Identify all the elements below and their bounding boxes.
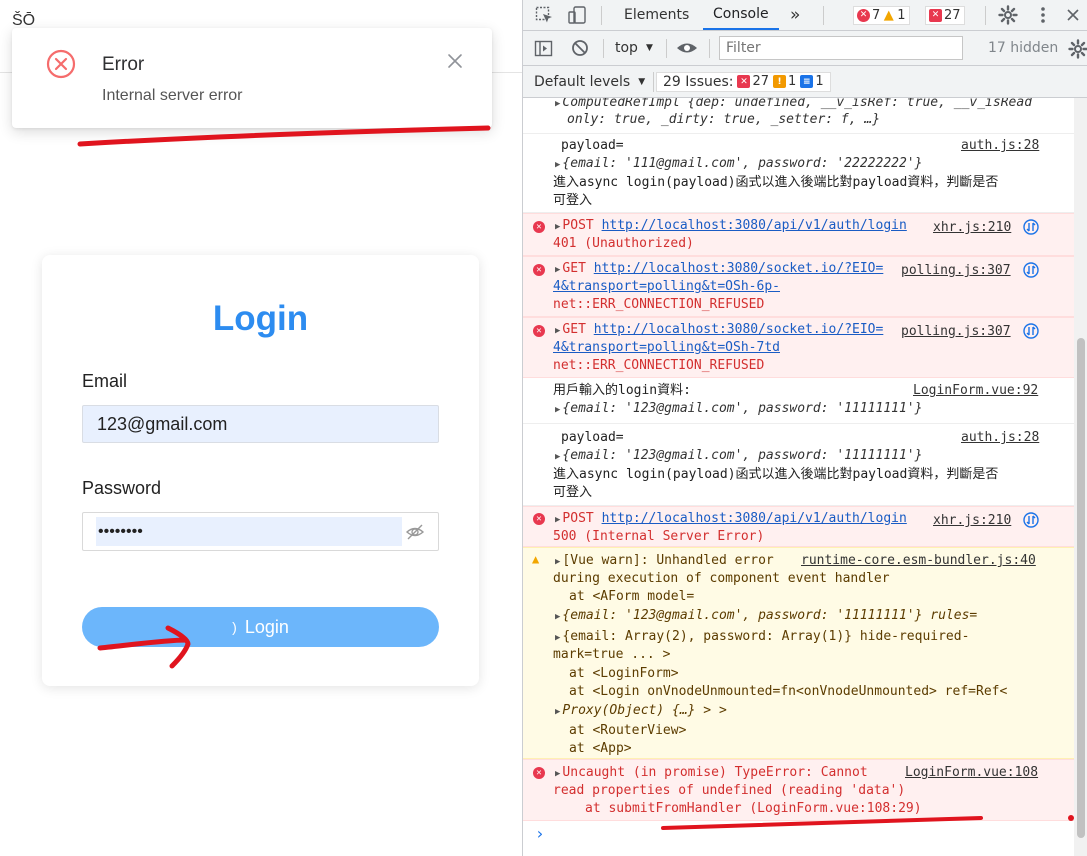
clear-console-icon[interactable] xyxy=(571,39,589,57)
issues-counter[interactable]: ✕ 27 xyxy=(925,0,965,30)
eye-off-icon[interactable] xyxy=(405,522,425,542)
issue-error-icon: ✕ xyxy=(737,75,751,88)
source-link[interactable]: polling.js:307 xyxy=(901,324,1011,339)
device-toolbar-icon[interactable] xyxy=(567,5,587,25)
issues-label: 29 Issues: xyxy=(663,73,734,90)
network-request-icon[interactable] xyxy=(1023,219,1039,235)
devtools-panel: Elements Console » ✕ 7 ▲ 1 ✕ 27 top ▼ Fi… xyxy=(522,0,1087,856)
context-selector[interactable]: top ▼ xyxy=(615,31,653,65)
login-button-label: Login xyxy=(244,616,289,637)
network-request-icon[interactable] xyxy=(1023,512,1039,528)
network-request-icon[interactable] xyxy=(1023,323,1039,339)
request-url-link[interactable]: http://localhost:3080/socket.io/?EIO= xyxy=(594,322,884,337)
console-error-message: ✕ ▶ GET http://localhost:3080/socket.io/?… xyxy=(523,256,1087,317)
issue-warning-icon: ! xyxy=(773,75,787,88)
console-error-message: ✕ ▶ GET http://localhost:3080/socket.io/?… xyxy=(523,317,1087,378)
password-field[interactable] xyxy=(96,517,402,546)
password-field-wrapper xyxy=(82,512,439,551)
console-messages: ▶ ComputedRefImpl {dep: undefined, __v_is… xyxy=(523,98,1087,856)
context-label: top xyxy=(615,40,638,56)
app-viewport: ŠŌ Error Internal server error Login Ema… xyxy=(0,0,522,856)
issue-error-icon: ✕ xyxy=(929,8,942,22)
notification-message: Internal server error xyxy=(102,87,243,104)
inspect-element-icon[interactable] xyxy=(535,6,554,25)
error-icon: ✕ xyxy=(533,325,545,337)
console-message: payload= auth.js:28 ▶ {email: '111@gmail.… xyxy=(523,134,1087,213)
close-devtools-icon[interactable] xyxy=(1065,7,1081,23)
error-count: 7 xyxy=(872,7,881,23)
source-link[interactable]: polling.js:307 xyxy=(901,263,1011,278)
issue-info-icon: ≡ xyxy=(800,75,814,88)
dropdown-arrow-icon: ▼ xyxy=(645,43,653,53)
warning-icon: ▲ xyxy=(532,552,540,566)
source-link[interactable]: auth.js:28 xyxy=(961,430,1039,445)
warning-count: 1 xyxy=(897,7,906,23)
default-levels-dropdown[interactable]: Default levels ▼ xyxy=(534,66,645,97)
sidebar-toggle-icon[interactable] xyxy=(534,39,553,58)
request-url-link[interactable]: http://localhost:3080/api/v1/auth/login xyxy=(602,511,907,526)
source-link[interactable]: xhr.js:210 xyxy=(933,513,1011,528)
console-message: ▶ ComputedRefImpl {dep: undefined, __v_is… xyxy=(523,98,1087,134)
console-message: payload= auth.js:28 ▶ {email: '123@gmail.… xyxy=(523,424,1087,506)
error-icon: ✕ xyxy=(533,767,545,779)
console-error-message: ✕ ▶ POST http://localhost:3080/api/v1/aut… xyxy=(523,506,1087,547)
console-warning-message: ▲ ▶ [Vue warn]: Unhandled error runtime-c… xyxy=(523,547,1087,759)
live-expression-eye-icon[interactable] xyxy=(676,40,698,56)
filter-input[interactable] xyxy=(719,36,963,60)
hidden-count: 17 hidden xyxy=(988,40,1059,56)
login-card: Login Email Password ) Login xyxy=(42,255,479,686)
error-icon: ✕ xyxy=(533,264,545,276)
error-icon: ✕ xyxy=(533,221,545,233)
request-url-link[interactable]: http://localhost:3080/socket.io/?EIO= xyxy=(594,261,884,276)
issue-count-badge: 27 xyxy=(944,7,961,23)
error-circle-icon xyxy=(46,49,76,79)
source-link[interactable]: LoginForm.vue:92 xyxy=(913,383,1038,398)
error-icon: ✕ xyxy=(857,8,870,22)
console-error-message: ✕ ▶ Uncaught (in promise) TypeError: Cann… xyxy=(523,759,1087,821)
error-icon: ✕ xyxy=(533,513,545,525)
source-link[interactable]: auth.js:28 xyxy=(961,138,1039,153)
login-button[interactable]: ) Login xyxy=(82,607,439,647)
issues-info-count: 1 xyxy=(815,74,824,89)
console-prompt[interactable]: › xyxy=(535,825,545,843)
email-label: Email xyxy=(82,371,128,391)
loading-spinner-icon: ) xyxy=(232,619,237,635)
source-link[interactable]: LoginForm.vue:108 xyxy=(905,765,1038,780)
console-error-message: ✕ ▶ POST http://localhost:3080/api/v1/aut… xyxy=(523,213,1087,256)
console-scrollbar[interactable] xyxy=(1074,98,1087,856)
source-link[interactable]: runtime-core.esm-bundler.js:40 xyxy=(801,553,1036,568)
tab-console[interactable]: Console xyxy=(703,0,779,30)
request-url-link[interactable]: http://localhost:3080/api/v1/auth/login xyxy=(602,218,907,233)
issues-summary[interactable]: 29 Issues: ✕ 27 ! 1 ≡ 1 xyxy=(656,66,831,97)
error-warning-counter[interactable]: ✕ 7 ▲ 1 xyxy=(853,0,910,30)
error-notification: Error Internal server error xyxy=(12,28,492,128)
notification-title: Error xyxy=(102,54,145,75)
network-request-icon[interactable] xyxy=(1023,262,1039,278)
levels-bar: Default levels ▼ 29 Issues: ✕ 27 ! 1 ≡ 1 xyxy=(523,66,1087,98)
console-settings-icon[interactable] xyxy=(1068,39,1087,59)
scrollbar-thumb[interactable] xyxy=(1077,338,1085,838)
password-label: Password xyxy=(82,478,162,498)
stack-frame[interactable]: at submitFromHandler (LoginForm.vue:108:… xyxy=(585,800,922,818)
dropdown-arrow-icon: ▼ xyxy=(638,76,646,87)
devtools-tab-bar: Elements Console » ✕ 7 ▲ 1 ✕ 27 xyxy=(523,0,1087,31)
default-levels-label: Default levels xyxy=(534,73,631,90)
close-icon[interactable] xyxy=(446,52,464,70)
issues-warning-count: 1 xyxy=(788,74,797,89)
gear-icon[interactable] xyxy=(998,5,1018,25)
tab-elements[interactable]: Elements xyxy=(624,0,689,30)
issues-error-count: 27 xyxy=(752,74,770,89)
more-tabs-button[interactable]: » xyxy=(790,0,800,30)
source-link[interactable]: xhr.js:210 xyxy=(933,220,1011,235)
warning-icon: ▲ xyxy=(883,7,894,23)
console-message: 用戶輸入的login資料: LoginForm.vue:92 ▶ {email: … xyxy=(523,378,1087,424)
more-options-icon[interactable] xyxy=(1035,5,1051,25)
login-title: Login xyxy=(212,299,309,338)
console-toolbar: top ▼ 17 hidden xyxy=(523,31,1087,66)
email-field[interactable] xyxy=(82,405,439,443)
